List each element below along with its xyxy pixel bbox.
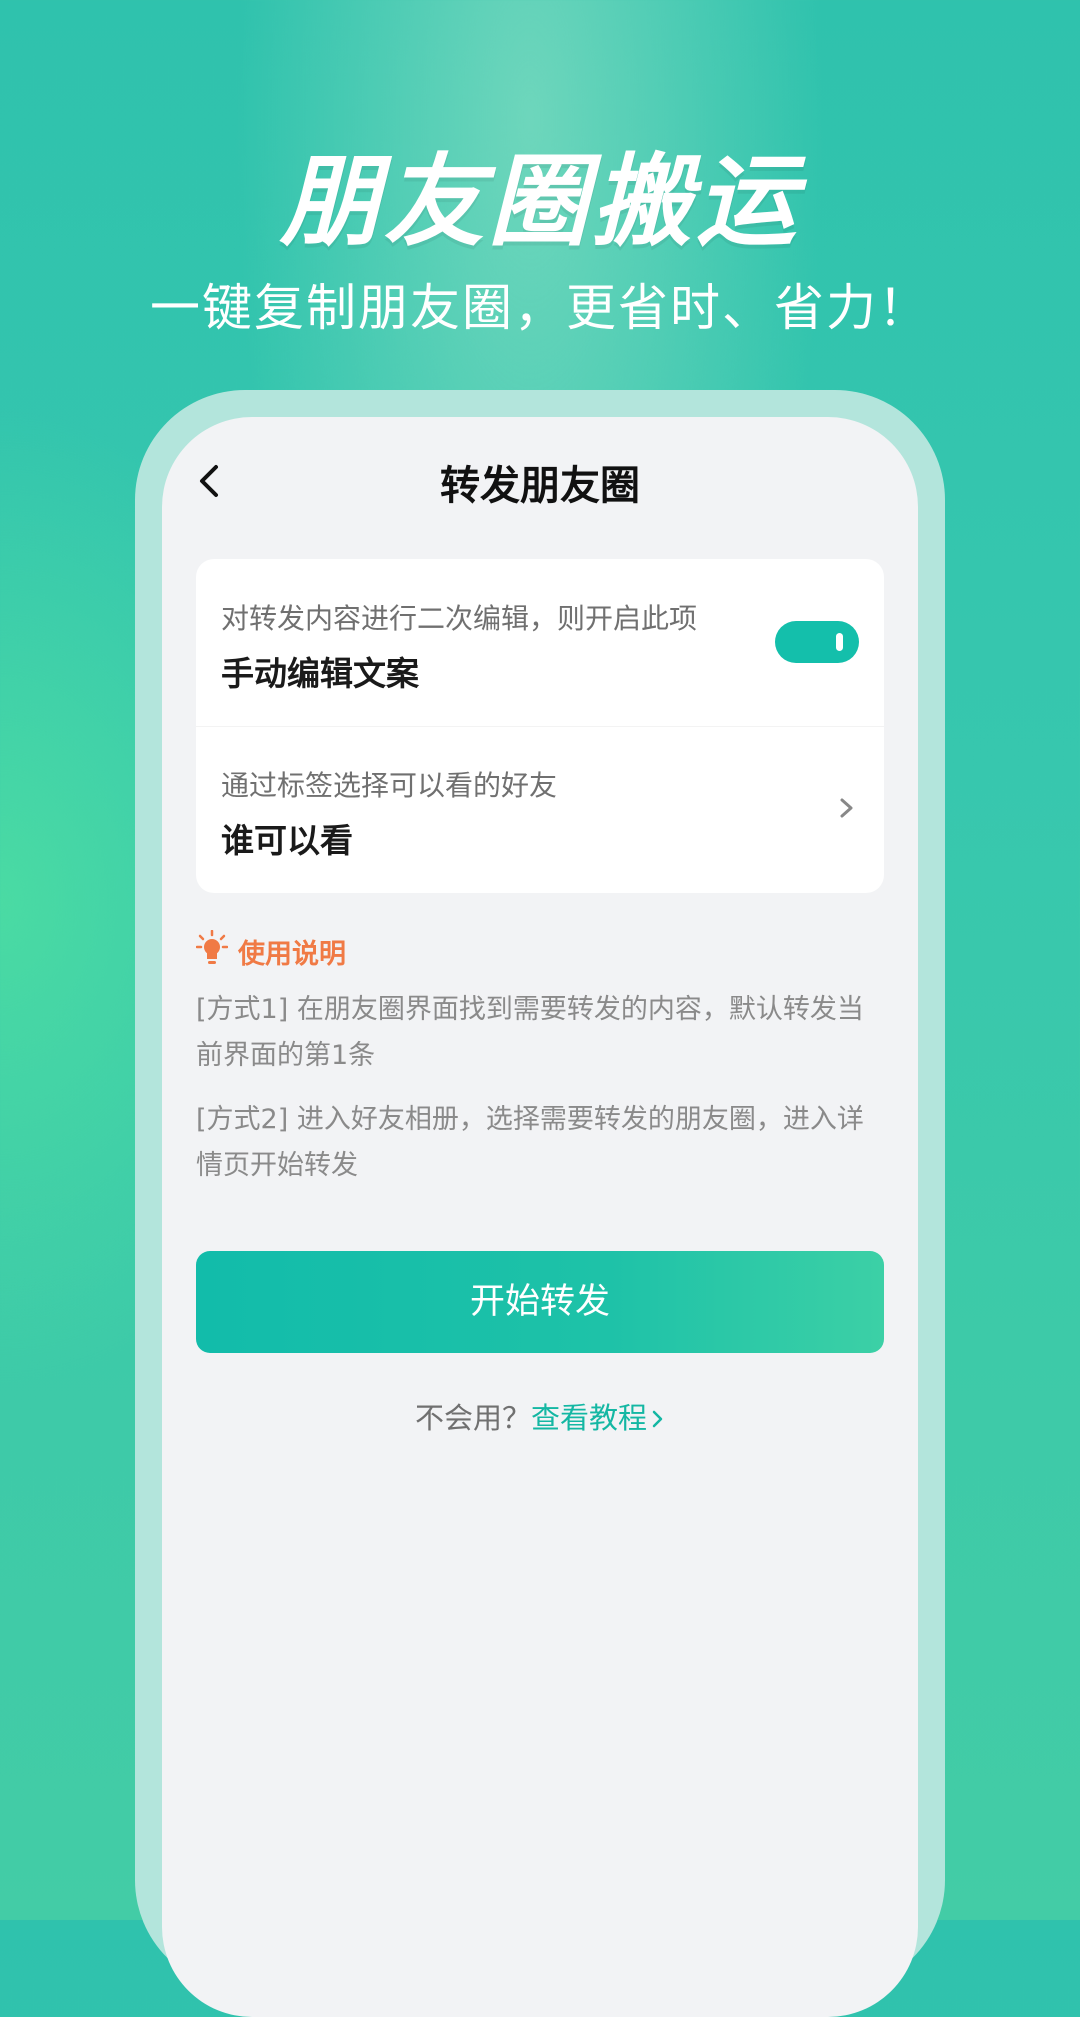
manual-edit-toggle[interactable]: [775, 621, 859, 663]
phone-screen: 转发朋友圈 对转发内容进行二次编辑，则开启此项 手动编辑文案 通过标签选择可以看…: [162, 417, 918, 2017]
nav-bar: 转发朋友圈: [162, 417, 918, 547]
hero-subtitle: 一键复制朋友圈，更省时、省力！: [150, 279, 930, 337]
setting-description: 对转发内容进行二次编辑，则开启此项: [221, 602, 698, 635]
settings-card: 对转发内容进行二次编辑，则开启此项 手动编辑文案 通过标签选择可以看的好友 谁可…: [196, 559, 884, 893]
view-tutorial-link[interactable]: 查看教程: [531, 1401, 665, 1435]
setting-description: 通过标签选择可以看的好友: [221, 769, 558, 802]
setting-label: 手动编辑文案: [221, 654, 419, 693]
lightbulb-icon: [195, 929, 229, 966]
view-tutorial-label: 查看教程: [531, 1401, 648, 1435]
phone-frame: 转发朋友圈 对转发内容进行二次编辑，则开启此项 手动编辑文案 通过标签选择可以看…: [135, 390, 945, 2017]
tips-title: 使用说明: [238, 939, 346, 970]
help-question: 不会用？: [414, 1401, 531, 1435]
toggle-knob: [836, 633, 843, 651]
setting-row-visibility[interactable]: 通过标签选择可以看的好友 谁可以看: [196, 726, 884, 893]
chevron-right-icon[interactable]: [832, 788, 862, 828]
tip-item: [方式1] 在朋友圈界面找到需要转发的内容，默认转发当前界面的第1条: [196, 994, 864, 1071]
chevron-right-icon: [651, 1403, 665, 1437]
hero-title: 朋友圈搬运: [280, 143, 800, 260]
setting-row-manual-edit[interactable]: 对转发内容进行二次编辑，则开启此项 手动编辑文案: [196, 559, 884, 727]
start-forward-button[interactable]: 开始转发: [196, 1251, 884, 1353]
help-line: 不会用？查看教程: [162, 1395, 918, 1437]
page-title: 转发朋友圈: [440, 463, 640, 509]
setting-label: 谁可以看: [221, 821, 353, 860]
tip-item: [方式2] 进入好友相册，选择需要转发的朋友圈，进入详情页开始转发: [196, 1104, 864, 1181]
